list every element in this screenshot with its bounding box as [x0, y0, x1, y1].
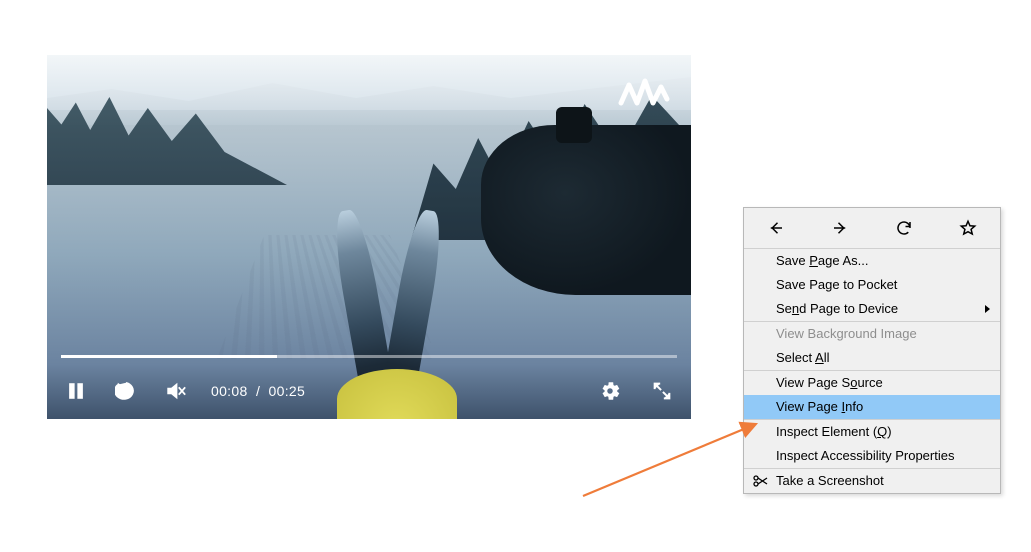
menu-item-view-page-source[interactable]: View Page Source [744, 371, 1000, 395]
settings-button[interactable] [595, 376, 625, 406]
video-player[interactable]: 10 00:08 / 00:25 [47, 55, 691, 419]
menu-item-select-all[interactable]: Select All [744, 346, 1000, 370]
duration: 00:25 [269, 383, 306, 399]
menu-item-save-page-as[interactable]: Save Page As... [744, 249, 1000, 273]
pause-button[interactable] [61, 376, 91, 406]
menu-item-inspect-element-q[interactable]: Inspect Element (Q) [744, 420, 1000, 444]
progress-bar[interactable] [61, 355, 677, 358]
current-time: 00:08 [211, 383, 248, 399]
video-dark-object [481, 125, 691, 295]
skip-back-10-button[interactable]: 10 [111, 376, 141, 406]
progress-fill [61, 355, 277, 358]
context-menu-nav [744, 208, 1000, 248]
fullscreen-button[interactable] [647, 376, 677, 406]
time-separator: / [252, 383, 269, 399]
menu-item-save-page-to-pocket[interactable]: Save Page to Pocket [744, 273, 1000, 297]
svg-text:10: 10 [121, 388, 129, 397]
nav-forward-button[interactable] [828, 216, 852, 240]
nav-back-button[interactable] [764, 216, 788, 240]
menu-item-take-a-screenshot[interactable]: Take a Screenshot [744, 469, 1000, 493]
menu-item-inspect-accessibility-properties[interactable]: Inspect Accessibility Properties [744, 444, 1000, 468]
annotation-arrow [578, 414, 768, 509]
video-controls: 10 00:08 / 00:25 [47, 347, 691, 419]
nav-bookmark-button[interactable] [956, 216, 980, 240]
menu-item-send-page-to-device[interactable]: Send Page to Device [744, 297, 1000, 321]
menu-item-view-background-image: View Background Image [744, 322, 1000, 346]
mute-button[interactable] [161, 376, 191, 406]
time-display: 00:08 / 00:25 [211, 383, 305, 399]
video-watermark [617, 73, 671, 122]
menu-item-view-page-info[interactable]: View Page Info [744, 395, 1000, 419]
nav-reload-button[interactable] [892, 216, 916, 240]
context-menu: Save Page As...Save Page to PocketSend P… [743, 207, 1001, 494]
